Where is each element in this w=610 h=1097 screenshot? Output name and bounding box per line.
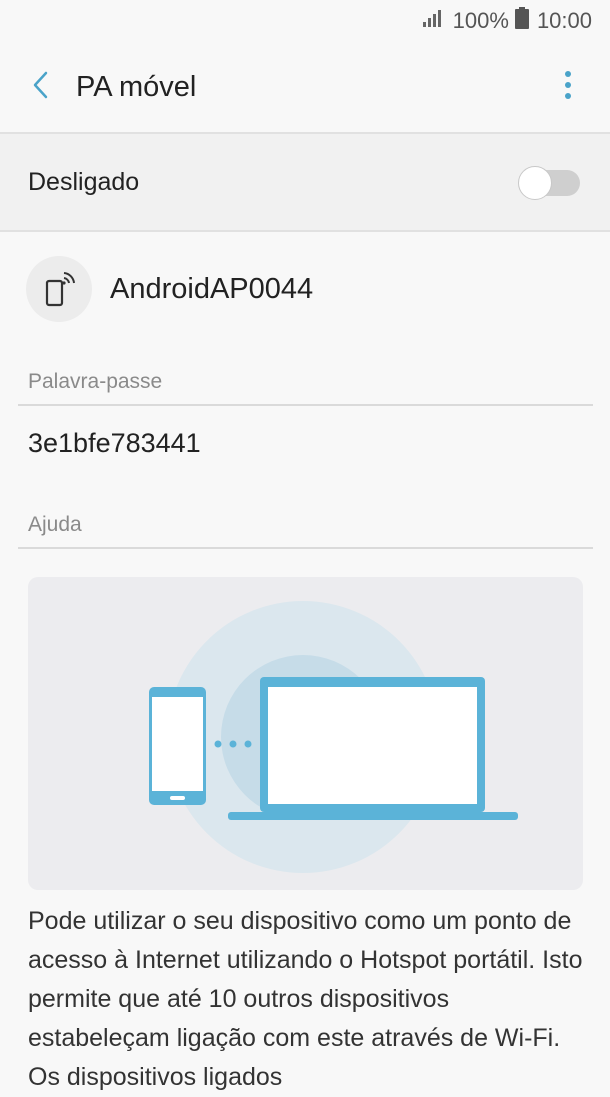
app-bar: PA móvel xyxy=(0,42,610,134)
help-header: Ajuda xyxy=(18,513,593,549)
help-description: Pode utilizar o seu dispositivo como um … xyxy=(28,907,583,1091)
password-header: Palavra-passe xyxy=(18,370,593,406)
hotspot-toggle-row[interactable]: Desligado xyxy=(0,134,610,232)
more-options-button[interactable] xyxy=(546,62,590,112)
phone-hotspot-icon xyxy=(26,256,92,322)
switch-knob xyxy=(518,166,552,200)
password-value[interactable]: 3e1bfe783441 xyxy=(28,428,201,459)
toggle-label: Desligado xyxy=(28,167,140,196)
hotspot-illustration xyxy=(28,577,583,890)
back-chevron-icon xyxy=(31,70,51,105)
laptop-illustration-icon xyxy=(228,677,518,820)
clock: 10:00 xyxy=(536,8,592,33)
battery-percentage: 100% xyxy=(452,8,509,33)
hotspot-switch[interactable] xyxy=(518,166,580,200)
page-title: PA móvel xyxy=(76,70,197,103)
battery-full-icon xyxy=(514,7,529,35)
more-vertical-icon xyxy=(564,70,572,105)
phone-illustration-icon xyxy=(149,687,206,805)
network-name: AndroidAP0044 xyxy=(110,272,314,305)
network-name-row[interactable]: AndroidAP0044 xyxy=(0,232,610,346)
back-button[interactable] xyxy=(16,62,66,112)
status-bar: 100% 10:00 xyxy=(0,0,610,42)
signal-bars-icon xyxy=(421,8,447,34)
